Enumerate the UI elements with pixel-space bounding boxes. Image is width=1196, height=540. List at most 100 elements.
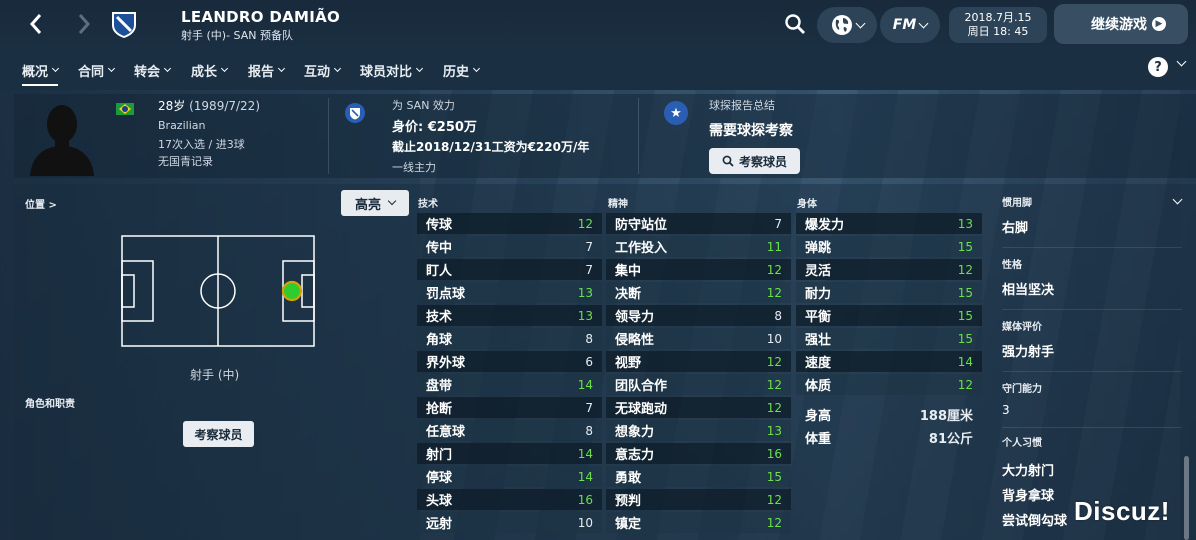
attribute-value: 15 [957,308,973,323]
attribute-row[interactable]: 爆发力 13 [796,213,982,234]
position-link[interactable]: 位置 > [25,196,57,211]
media-label: 媒体评价 [1002,322,1042,333]
attribute-name: 弹跳 [805,241,832,256]
attribute-row[interactable]: 强壮 15 [796,328,982,349]
chevron-down-icon [163,64,172,73]
attribute-row[interactable]: 平衡 15 [796,305,982,326]
attribute-row[interactable]: 任意球 8 [417,420,602,441]
attribute-row[interactable]: 集中 12 [606,259,791,280]
attribute-name: 侵略性 [615,333,655,348]
attribute-row[interactable]: 工作投入 11 [606,236,791,257]
attribute-row[interactable]: 弹跳 15 [796,236,982,257]
attribute-row[interactable]: 速度 14 [796,351,982,372]
attribute-row[interactable]: 盘带 14 [417,374,602,395]
fm-logo: FM [892,17,917,33]
attribute-value: 12 [766,262,782,277]
tab-history[interactable]: 历史 [443,60,481,80]
personality-value: 相当坚决 [1002,283,1055,298]
chevron-left-icon [29,14,42,34]
attribute-value: 16 [766,446,782,461]
attribute-value: 15 [957,239,973,254]
star-icon: ★ [664,101,688,125]
attribute-row[interactable]: 团队合作 12 [606,374,791,395]
chevron-down-icon [333,64,342,73]
back-button[interactable] [22,10,50,38]
attribute-row[interactable]: 罚点球 13 [417,282,602,303]
habits-label: 个人习惯 [1002,438,1042,449]
highlight-dropdown[interactable]: 高亮 [341,190,409,216]
player-name: LEANDRO DAMIÃO [181,8,341,26]
tab-label: 概况 [22,64,49,80]
tab-label: 转会 [134,64,161,80]
attribute-name: 头球 [426,494,453,509]
attribute-value: 14 [577,446,593,461]
chevron-down-icon [472,64,481,73]
divider [1002,427,1182,428]
attribute-row[interactable]: 头球 16 [417,489,602,510]
attribute-row[interactable]: 镇定 12 [606,512,791,533]
attribute-row[interactable]: 角球 8 [417,328,602,349]
tab-compare[interactable]: 球员对比 [360,60,424,80]
forward-button[interactable] [70,10,98,38]
game-date[interactable]: 2018.7月.15 周日 18: 45 [949,7,1047,43]
preferred-foot-label: 惯用脚 [1002,198,1032,209]
attribute-name: 罚点球 [426,287,466,302]
attribute-value: 12 [577,216,593,231]
fm-menu-button[interactable]: FM [880,7,940,43]
help-icon[interactable]: ? [1148,57,1168,77]
time-text: 周日 18: 45 [967,25,1029,38]
tab-contract[interactable]: 合同 [78,60,116,80]
attribute-row[interactable]: 远射 10 [417,512,602,533]
attribute-row[interactable]: 意志力 16 [606,443,791,464]
attribute-row[interactable]: 传中 7 [417,236,602,257]
attribute-row[interactable]: 无球跑动 12 [606,397,791,418]
attribute-row[interactable]: 技术 13 [417,305,602,326]
international-caps: 17次入选 / 进3球 [158,138,245,151]
attribute-value: 12 [766,515,782,530]
player-subtitle: 射手 (中)- SAN 预备队 [181,29,293,42]
attribute-row[interactable]: 防守站位 7 [606,213,791,234]
attribute-row[interactable]: 射门 14 [417,443,602,464]
attribute-row[interactable]: 传球 12 [417,213,602,234]
tab-interaction[interactable]: 互动 [304,60,342,80]
attribute-row[interactable]: 界外球 6 [417,351,602,372]
tab-transfer[interactable]: 转会 [134,60,172,80]
attribute-row[interactable]: 决断 12 [606,282,791,303]
scout-player-button[interactable]: 考察球员 [709,148,800,174]
attribute-row[interactable]: 想象力 13 [606,420,791,441]
scrollbar[interactable] [1184,456,1189,540]
club-badge-icon[interactable] [110,9,138,39]
chevron-down-icon [855,18,865,28]
tab-reports[interactable]: 报告 [248,60,286,80]
attribute-value: 7 [585,262,593,277]
media-value: 强力射手 [1002,345,1055,360]
attribute-row[interactable]: 侵略性 10 [606,328,791,349]
tab-label: 报告 [248,64,275,80]
attribute-row[interactable]: 抢断 7 [417,397,602,418]
tab-bar: 概况 合同 转会 成长 报告 互动 球员对比 历史 [0,50,1196,90]
attribute-row[interactable]: 耐力 15 [796,282,982,303]
attribute-value: 14 [577,469,593,484]
attribute-row[interactable]: 视野 12 [606,351,791,372]
attribute-row[interactable]: 领导力 8 [606,305,791,326]
attribute-row[interactable]: 体质 12 [796,374,982,395]
attribute-value: 10 [577,515,593,530]
continue-game-button[interactable]: 继续游戏 ▶ [1054,4,1188,44]
attribute-row[interactable]: 盯人 7 [417,259,602,280]
tab-development[interactable]: 成长 [191,60,229,80]
roles-label: 角色和职责 [25,399,75,410]
divider [638,98,639,174]
scout-player-button-2[interactable]: 考察球员 [183,421,254,447]
tab-label: 成长 [191,64,218,80]
attribute-name: 界外球 [426,356,466,371]
attribute-row[interactable]: 勇敢 15 [606,466,791,487]
globe-menu-button[interactable] [817,7,877,43]
attribute-value: 12 [766,400,782,415]
attribute-row[interactable]: 灵活 12 [796,259,982,280]
chevron-down-icon [107,64,116,73]
attribute-row[interactable]: 预判 12 [606,489,791,510]
attribute-row[interactable]: 停球 14 [417,466,602,487]
attribute-name: 传中 [426,241,453,256]
search-icon[interactable] [784,13,806,35]
tab-overview[interactable]: 概况 [22,60,60,86]
